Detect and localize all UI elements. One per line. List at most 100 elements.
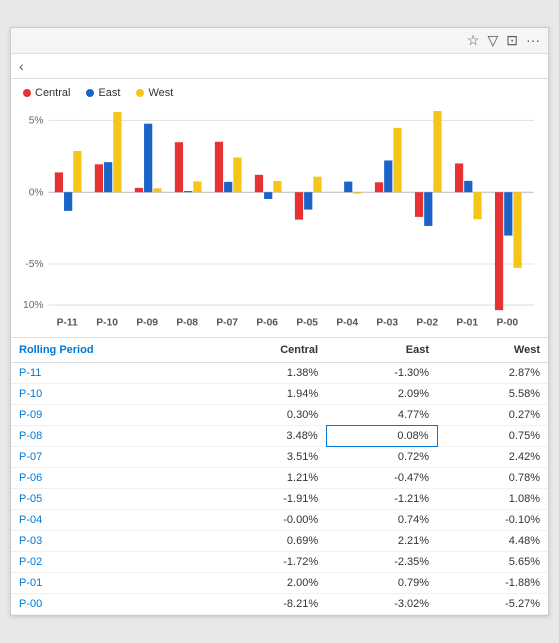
bar-p06-west (273, 181, 281, 192)
bar-p09-east (144, 123, 152, 192)
x-label-p07: P-07 (216, 317, 238, 328)
table-body: P-111.38%-1.30%2.87%P-101.94%2.09%5.58%P… (11, 363, 548, 615)
table-cell: -2.35% (326, 552, 437, 573)
table-cell: -0.10% (437, 510, 548, 531)
bar-chart: 5% 0% -5% -10% (23, 105, 536, 334)
bar-p07-central (215, 141, 223, 191)
bar-p10-west (113, 112, 121, 192)
pin-icon[interactable]: ☆ (467, 32, 480, 49)
table-cell: 2.09% (326, 384, 437, 405)
bar-p04-east (344, 181, 352, 192)
table-cell: 5.65% (437, 552, 548, 573)
table-cell: 0.30% (209, 405, 327, 426)
bar-p07-east (224, 182, 232, 192)
back-arrow-icon: ‹ (19, 58, 24, 74)
table-cell: 0.69% (209, 531, 327, 552)
col-header-east: East (326, 338, 437, 363)
east-label: East (98, 87, 120, 99)
col-header-central: Central (209, 338, 327, 363)
west-label: West (148, 87, 173, 99)
bar-p07-west (233, 157, 241, 192)
bar-p06-east (264, 192, 272, 199)
legend-west: West (136, 87, 173, 99)
top-bar: ☆ ▽ ⊡ ··· (11, 28, 548, 54)
col-header-period: Rolling Period (11, 338, 209, 363)
bar-p01-east (464, 181, 472, 192)
x-label-p04: P-04 (336, 317, 358, 328)
nav-bar: ‹ (11, 54, 548, 79)
bar-p11-central (55, 172, 63, 192)
bar-p05-west (313, 176, 321, 192)
filter-icon[interactable]: ▽ (487, 32, 498, 49)
table-cell: -0.47% (326, 468, 437, 489)
x-label-p02: P-02 (416, 317, 438, 328)
table-cell: P-11 (11, 363, 209, 384)
table-row: P-101.94%2.09%5.58% (11, 384, 548, 405)
table-cell: -0.00% (209, 510, 327, 531)
data-table-section: Rolling Period Central East West P-111.3… (11, 338, 548, 615)
bar-p00-west (513, 192, 521, 268)
col-header-west: West (437, 338, 548, 363)
table-cell: -1.72% (209, 552, 327, 573)
bar-p11-east (64, 192, 72, 211)
x-label-p00: P-00 (496, 317, 518, 328)
table-cell: P-04 (11, 510, 209, 531)
x-label-p06: P-06 (256, 317, 278, 328)
table-cell: 1.08% (437, 489, 548, 510)
table-cell: P-03 (11, 531, 209, 552)
table-cell: P-06 (11, 468, 209, 489)
chart-svg: 5% 0% -5% -10% (23, 105, 536, 331)
table-cell: -8.21% (209, 594, 327, 615)
toolbar-icons: ☆ ▽ ⊡ ··· (467, 32, 540, 49)
bar-p00-central (495, 192, 503, 310)
bar-p01-west (473, 192, 481, 219)
table-cell: 1.21% (209, 468, 327, 489)
table-cell: P-09 (11, 405, 209, 426)
x-label-p01: P-01 (456, 317, 478, 328)
legend-central: Central (23, 87, 70, 99)
table-header-row: Rolling Period Central East West (11, 338, 548, 363)
central-dot (23, 89, 31, 97)
table-cell: 1.38% (209, 363, 327, 384)
table-row: P-04-0.00%0.74%-0.10% (11, 510, 548, 531)
bar-p11-west (73, 151, 81, 192)
data-table: Rolling Period Central East West P-111.3… (11, 338, 548, 615)
bar-p09-west (153, 188, 161, 192)
bar-p02-east (424, 192, 432, 226)
table-cell: 4.77% (326, 405, 437, 426)
expand-icon[interactable]: ⊡ (506, 32, 518, 49)
more-icon[interactable]: ··· (526, 32, 540, 49)
bar-p10-central (95, 164, 103, 192)
table-cell: P-08 (11, 426, 209, 447)
table-row: P-061.21%-0.47%0.78% (11, 468, 548, 489)
bar-p08-east (184, 191, 192, 192)
x-label-p11: P-11 (57, 317, 78, 328)
table-cell: 3.48% (209, 426, 327, 447)
main-container: ☆ ▽ ⊡ ··· ‹ Central East West (10, 27, 549, 617)
x-label-p09: P-09 (136, 317, 158, 328)
bar-p03-west (393, 127, 401, 191)
table-cell: 2.87% (437, 363, 548, 384)
x-label-p03: P-03 (376, 317, 398, 328)
x-label-p05: P-05 (296, 317, 318, 328)
table-cell: 0.79% (326, 573, 437, 594)
legend-east: East (86, 87, 120, 99)
back-button[interactable]: ‹ (19, 58, 28, 74)
bar-p05-east (304, 192, 312, 209)
table-cell: P-00 (11, 594, 209, 615)
table-row: P-05-1.91%-1.21%1.08% (11, 489, 548, 510)
bar-p05-central (295, 192, 303, 219)
table-row: P-012.00%0.79%-1.88% (11, 573, 548, 594)
bar-p10-east (104, 162, 112, 192)
table-cell: P-02 (11, 552, 209, 573)
table-cell: 3.51% (209, 447, 327, 468)
west-dot (136, 89, 144, 97)
central-label: Central (35, 87, 70, 99)
table-cell: P-10 (11, 384, 209, 405)
table-cell: 0.74% (326, 510, 437, 531)
bar-p08-west (193, 181, 201, 192)
table-row: P-02-1.72%-2.35%5.65% (11, 552, 548, 573)
bar-p03-central (375, 182, 383, 192)
x-label-p08: P-08 (176, 317, 198, 328)
table-cell: 2.42% (437, 447, 548, 468)
